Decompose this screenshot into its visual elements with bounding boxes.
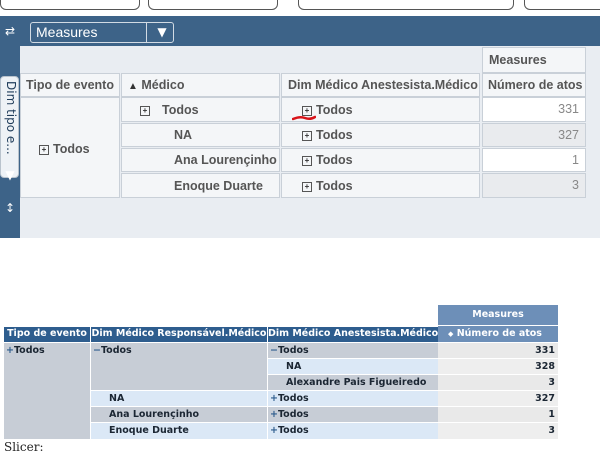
measures-header: Measures bbox=[438, 305, 558, 325]
header-tipo-evento[interactable]: Tipo de evento bbox=[20, 73, 120, 97]
toolbar-button-2[interactable] bbox=[148, 0, 278, 10]
anest-cell[interactable]: −Todos bbox=[268, 343, 438, 358]
value-cell: 331 bbox=[438, 343, 558, 358]
resp-cell[interactable]: NA bbox=[91, 391, 267, 406]
sort-ascending-icon[interactable]: ▲ bbox=[128, 81, 138, 92]
anest-cell[interactable]: Alexandre Pais Figueiredo bbox=[268, 375, 438, 390]
medico-row-na[interactable]: NA bbox=[121, 123, 280, 147]
value-cell: 3 bbox=[438, 423, 558, 439]
medico-row-ana[interactable]: Ana Lourençinho bbox=[121, 148, 280, 172]
header-numero-atos[interactable]: Número de atos bbox=[482, 73, 586, 97]
value-cell: 327 bbox=[482, 123, 586, 147]
anest-row-2[interactable]: + Todos bbox=[281, 123, 480, 147]
anest-cell[interactable]: NA bbox=[268, 359, 438, 374]
medico-row-enoque[interactable]: Enoque Duarte bbox=[121, 173, 280, 198]
measures-column-header: Measures bbox=[482, 47, 586, 73]
left-toolbar: ⇄ Dim tipo e... ▼ ↕ bbox=[0, 16, 20, 238]
expand-icon[interactable]: + bbox=[302, 131, 312, 141]
anest-cell[interactable]: +Todos bbox=[268, 391, 438, 406]
expand-icon: + bbox=[270, 409, 278, 420]
measures-chip-label: Measures bbox=[36, 24, 98, 40]
swap-axes-icon[interactable]: ⇄ bbox=[0, 24, 20, 38]
expand-icon[interactable]: + bbox=[39, 145, 49, 155]
sort-icon[interactable]: ↕ bbox=[0, 201, 20, 215]
grid-spacer bbox=[20, 46, 480, 72]
medico-row-todos[interactable]: + Todos bbox=[121, 97, 280, 122]
red-underline-annotation bbox=[292, 115, 316, 121]
expand-icon: + bbox=[270, 393, 278, 404]
expand-icon[interactable]: + bbox=[302, 182, 312, 192]
value-cell: 3 bbox=[438, 375, 558, 390]
value-cell: 1 bbox=[482, 148, 586, 172]
filter-funnel-icon[interactable]: ▼ bbox=[151, 23, 173, 42]
row-dimension-label: Dim tipo e... bbox=[4, 81, 18, 155]
expand-icon: + bbox=[270, 425, 278, 436]
expand-icon: + bbox=[6, 345, 14, 356]
row-dimension-tab[interactable]: Dim tipo e... bbox=[0, 76, 19, 178]
header-medico-anestesista[interactable]: Dim Médico Anestesista.Médico bbox=[268, 327, 438, 342]
toolbar-button-4[interactable] bbox=[524, 0, 600, 10]
toolbar-button-1[interactable] bbox=[0, 0, 140, 10]
tipo-evento-cell[interactable]: +Todos bbox=[4, 343, 90, 439]
resp-cell-todos[interactable]: −Todos bbox=[91, 343, 267, 390]
tipo-evento-cell[interactable]: +Todos bbox=[20, 97, 120, 198]
header-anestesista[interactable]: Dim Médico Anestesista.Médico bbox=[281, 73, 480, 97]
anest-cell[interactable]: +Todos bbox=[268, 407, 438, 422]
value-cell: 1 bbox=[438, 407, 558, 422]
top-toolbar bbox=[0, 0, 600, 16]
slicer-label: Slicer: bbox=[4, 440, 44, 454]
value-cell: 327 bbox=[438, 391, 558, 406]
sort-icon: ◆ bbox=[448, 330, 454, 338]
anest-cell[interactable]: +Todos bbox=[268, 423, 438, 439]
value-cell: 328 bbox=[438, 359, 558, 374]
expand-icon[interactable]: + bbox=[302, 156, 312, 166]
collapse-icon: − bbox=[270, 345, 278, 356]
measures-chip[interactable]: Measures ▼ bbox=[30, 22, 174, 43]
expand-icon[interactable]: + bbox=[140, 106, 150, 116]
header-numero-atos[interactable]: ◆ Número de atos bbox=[438, 326, 558, 342]
filter-icon[interactable]: ▼ bbox=[0, 168, 20, 182]
collapse-icon: − bbox=[93, 345, 101, 356]
header-tipo-evento[interactable]: Tipo de evento bbox=[4, 327, 90, 342]
header-medico[interactable]: ▲ Médico bbox=[121, 73, 280, 97]
value-cell: 331 bbox=[482, 97, 586, 122]
resp-cell[interactable]: Enoque Duarte bbox=[91, 423, 267, 439]
anest-row-3[interactable]: + Todos bbox=[281, 148, 480, 172]
anest-row-4[interactable]: + Todos bbox=[281, 173, 480, 198]
header-medico-responsavel[interactable]: Dim Médico Responsável.Médico bbox=[91, 327, 267, 342]
resp-cell[interactable]: Ana Lourençinho bbox=[91, 407, 267, 422]
toolbar-button-3[interactable] bbox=[298, 0, 514, 10]
chip-divider bbox=[146, 23, 147, 42]
value-cell: 3 bbox=[482, 173, 586, 198]
